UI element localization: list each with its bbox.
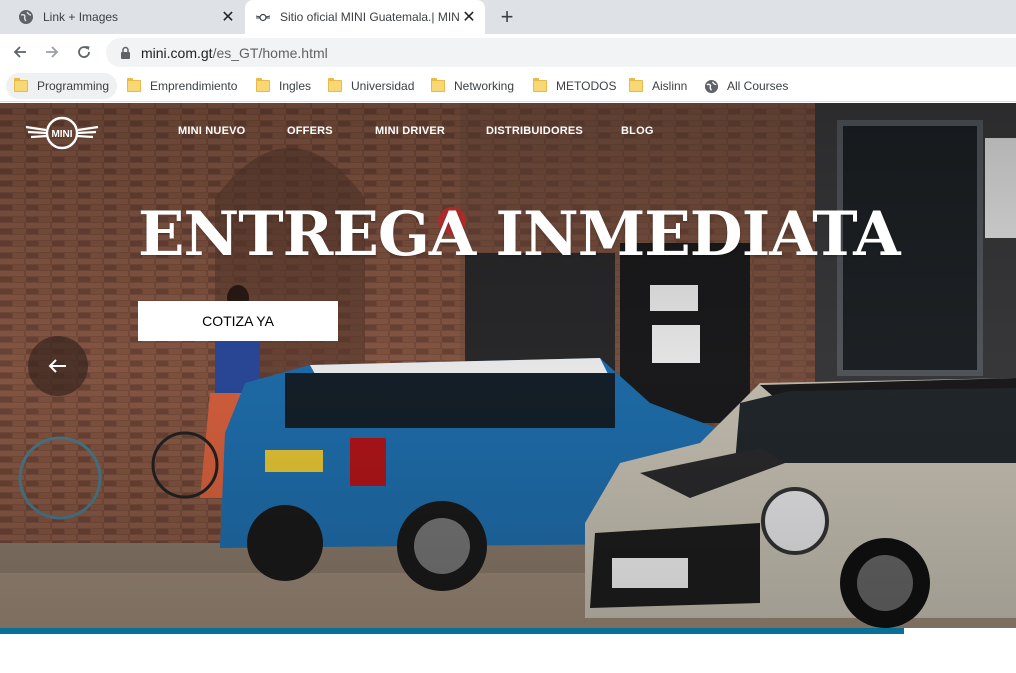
folder-icon xyxy=(431,78,445,92)
new-tab-button[interactable]: + xyxy=(496,6,518,29)
back-arrow-icon[interactable] xyxy=(9,41,31,63)
folder-icon xyxy=(14,78,28,92)
folder-icon xyxy=(533,78,547,92)
logo-text: MINI xyxy=(51,129,72,140)
bookmark-label: Networking xyxy=(454,79,515,93)
bookmark-label: Emprendimiento xyxy=(150,79,238,93)
forward-arrow-icon[interactable] xyxy=(41,41,63,63)
url-path: /es_GT/home.html xyxy=(212,44,328,61)
site-navigation: MINI MINI NUEVO OFFERS MINI DRIVER DISTR… xyxy=(0,103,1016,161)
tab-mini-guatemala[interactable]: Sitio oficial MINI Guatemala.| MINI ✕ xyxy=(245,0,485,34)
folder-icon xyxy=(629,78,643,92)
folder-icon xyxy=(328,78,342,92)
nav-mini-nuevo[interactable]: MINI NUEVO xyxy=(178,125,245,137)
bookmark-ingles[interactable]: Ingles xyxy=(248,73,319,99)
nav-offers[interactable]: OFFERS xyxy=(287,125,333,137)
bookmark-label: Ingles xyxy=(279,79,312,93)
bookmark-programming[interactable]: Programming xyxy=(6,73,118,99)
lock-icon[interactable] xyxy=(119,46,131,60)
close-icon[interactable]: ✕ xyxy=(459,7,479,27)
tab-strip: Link + Images ✕ Sitio oficial MINI Guate… xyxy=(0,0,1016,34)
close-icon[interactable]: ✕ xyxy=(218,7,238,27)
globe-icon xyxy=(18,9,34,25)
cotiza-ya-button[interactable]: COTIZA YA xyxy=(138,301,338,341)
bookmark-label: All Courses xyxy=(727,79,789,93)
bookmark-aislinn[interactable]: Aislinn xyxy=(621,73,695,99)
nav-blog[interactable]: BLOG xyxy=(621,125,654,137)
bookmark-label: Programming xyxy=(37,79,110,93)
hero-banner: MINI MINI NUEVO OFFERS MINI DRIVER DISTR… xyxy=(0,103,1016,628)
tab-link-images[interactable]: Link + Images ✕ xyxy=(8,0,244,34)
globe-icon xyxy=(704,79,719,94)
folder-icon xyxy=(127,78,141,92)
bookmark-universidad[interactable]: Universidad xyxy=(320,73,422,99)
folder-icon xyxy=(256,78,270,92)
hero-headline: ENTREGA INMEDIATA xyxy=(138,199,901,270)
arrow-left-icon xyxy=(48,359,66,373)
bookmark-all-courses[interactable]: All Courses xyxy=(696,73,796,99)
carousel-prev-button[interactable] xyxy=(28,336,88,396)
bookmark-label: Universidad xyxy=(351,79,415,93)
hero-background-image xyxy=(0,103,1016,628)
url-host: mini.com.gt xyxy=(141,44,213,61)
mini-favicon-icon xyxy=(255,9,271,25)
nav-mini-driver[interactable]: MINI DRIVER xyxy=(375,125,445,137)
bookmark-metodos[interactable]: METODOS xyxy=(525,73,624,99)
url-text: mini.com.gt/es_GT/home.html xyxy=(141,45,328,61)
address-bar[interactable]: mini.com.gt/es_GT/home.html xyxy=(106,38,1016,67)
tab-title: Link + Images xyxy=(43,10,119,24)
carousel-progress-bar xyxy=(0,628,904,634)
tab-title: Sitio oficial MINI Guatemala.| MINI xyxy=(280,10,459,24)
reload-icon[interactable] xyxy=(73,41,95,63)
nav-distribuidores[interactable]: DISTRIBUIDORES xyxy=(486,125,583,137)
bookmark-emprendimiento[interactable]: Emprendimiento xyxy=(119,73,245,99)
mini-logo-icon[interactable]: MINI xyxy=(24,113,100,153)
bookmarks-bar: Programming Emprendimiento Ingles Univer… xyxy=(0,70,1016,102)
bookmark-networking[interactable]: Networking xyxy=(423,73,522,99)
bookmark-label: Aislinn xyxy=(652,79,688,93)
bookmark-label: METODOS xyxy=(556,79,617,93)
browser-toolbar: mini.com.gt/es_GT/home.html xyxy=(0,34,1016,70)
